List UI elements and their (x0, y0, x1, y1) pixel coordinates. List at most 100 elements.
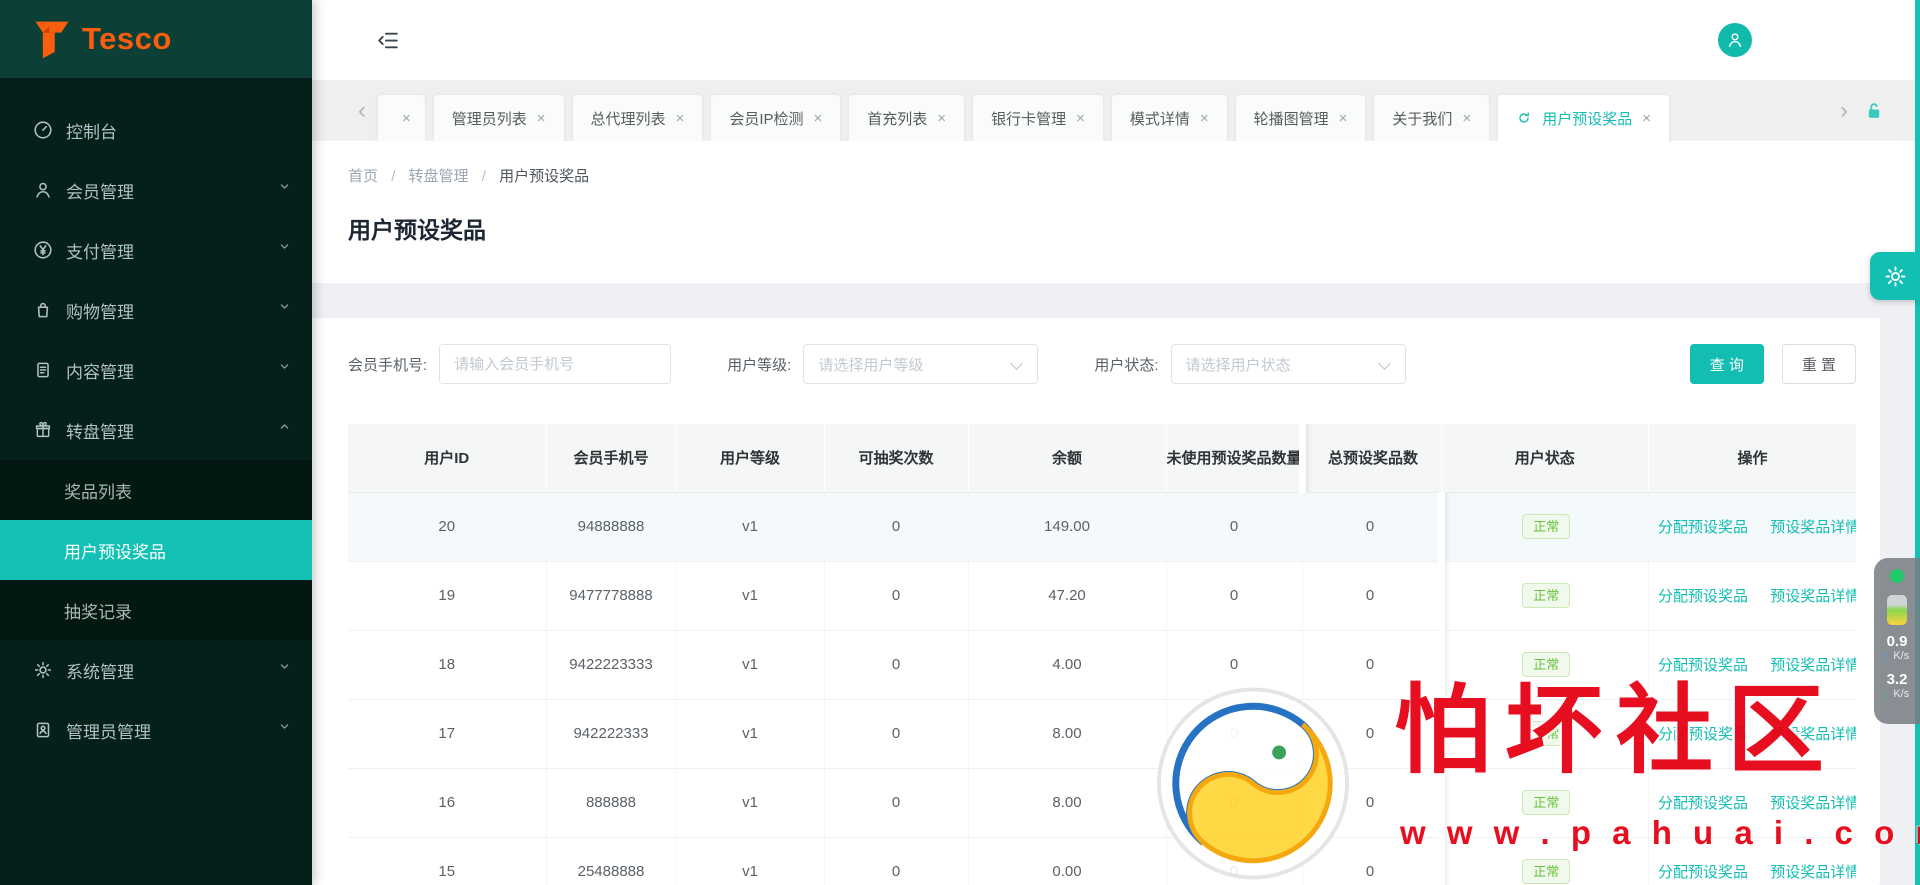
cell-unused: 0 (1166, 630, 1303, 700)
phone-input[interactable] (439, 344, 672, 384)
tab-label: 轮播图管理 (1253, 110, 1329, 128)
close-icon[interactable]: × (402, 110, 411, 127)
cell-unused: 0 (1166, 561, 1303, 631)
table-body: 20 94888888 v1 0 149.00 0 0 正常 分配预设奖品 预设… (348, 492, 1856, 885)
lock-icon[interactable] (1862, 99, 1886, 123)
user-level-select[interactable]: 请选择用户等级 (803, 344, 1039, 384)
close-icon[interactable]: × (1339, 110, 1348, 127)
chevron-icon (277, 419, 292, 434)
chevron-icon (277, 359, 292, 374)
tabs-list: × 管理员列表 × 总代理列表 × 会员IP检测 × 首充列表 × 银行卡管理 … (378, 95, 1669, 141)
prize-detail-link[interactable]: 预设奖品详情 (1770, 519, 1856, 536)
sidebar-item[interactable]: 会员管理 (0, 160, 312, 220)
cell-draws: 0 (824, 837, 969, 885)
breadcrumb-home[interactable]: 首页 (348, 168, 378, 185)
prize-detail-link[interactable]: 预设奖品详情 (1770, 588, 1856, 605)
sidebar-item[interactable]: 转盘管理 (0, 400, 312, 460)
sidebar-item[interactable]: 内容管理 (0, 340, 312, 400)
upload-speed-value: 0.9 (1886, 633, 1908, 650)
assign-prize-link[interactable]: 分配预设奖品 (1658, 864, 1748, 881)
cell-unused: 0 (1166, 492, 1303, 562)
tabs-bar: ‹ × 管理员列表 × 总代理列表 × 会员IP检测 × 首充列表 × 银行卡管… (312, 80, 1920, 141)
assign-prize-link[interactable]: 分配预设奖品 (1658, 519, 1748, 536)
assign-prize-link[interactable]: 分配预设奖品 (1658, 588, 1748, 605)
tabs-scroll-left-icon[interactable]: ‹ (358, 98, 366, 123)
chevron-icon (277, 719, 292, 734)
avatar[interactable] (1718, 23, 1752, 57)
tab[interactable]: 银行卡管理 × (973, 95, 1103, 141)
chevron-icon (277, 659, 292, 674)
reset-button[interactable]: 重 置 (1781, 344, 1856, 384)
sidebar-item[interactable]: 控制台 (0, 100, 312, 160)
cell-actions: 分配预设奖品 预设奖品详情 (1648, 561, 1856, 631)
sidebar-item[interactable]: 奖品列表 (0, 460, 312, 520)
assign-prize-link[interactable]: 分配预设奖品 (1658, 726, 1748, 743)
tab[interactable]: × (378, 95, 425, 141)
tab[interactable]: 总代理列表 × (572, 95, 703, 141)
arrow-down-icon: ↓ (1884, 688, 1891, 700)
close-icon[interactable]: × (676, 110, 685, 127)
tab-label: 银行卡管理 (991, 110, 1067, 128)
table-header-cell: 用户ID (348, 424, 547, 493)
close-icon[interactable]: × (937, 110, 946, 127)
cell-user-id: 16 (348, 768, 547, 838)
sidebar-item[interactable]: 支付管理 (0, 220, 312, 280)
close-icon[interactable]: × (1642, 110, 1651, 127)
settings-fab[interactable] (1870, 252, 1920, 300)
prize-detail-link[interactable]: 预设奖品详情 (1770, 657, 1856, 674)
shop-icon (32, 298, 56, 322)
cell-unused: 0 (1166, 768, 1303, 838)
right-edge-accent (1915, 0, 1920, 885)
sidebar-item-label: 系统管理 (66, 662, 134, 682)
prize-detail-link[interactable]: 预设奖品详情 (1770, 726, 1856, 743)
table-header-cell: 操作 (1648, 424, 1856, 493)
sidebar-item[interactable]: 购物管理 (0, 280, 312, 340)
prize-detail-link[interactable]: 预设奖品详情 (1770, 795, 1856, 812)
main-area: ‹ × 管理员列表 × 总代理列表 × 会员IP检测 × 首充列表 × 银行卡管… (312, 0, 1920, 885)
cell-actions: 分配预设奖品 预设奖品详情 (1648, 699, 1856, 769)
tab[interactable]: 模式详情 × (1111, 95, 1227, 141)
assign-prize-link[interactable]: 分配预设奖品 (1658, 657, 1748, 674)
content-icon (32, 358, 56, 382)
assign-prize-link[interactable]: 分配预设奖品 (1658, 795, 1748, 812)
close-icon[interactable]: × (1200, 110, 1209, 127)
cell-draws: 0 (824, 699, 969, 769)
search-button[interactable]: 查 询 (1689, 344, 1764, 384)
sidebar-item[interactable]: 管理员管理 (0, 700, 312, 760)
table-header-cell: 用户等级 (676, 424, 825, 493)
sidebar-item[interactable]: 用户预设奖品 (0, 520, 312, 580)
tab[interactable]: 轮播图管理 × (1235, 95, 1366, 141)
prize-detail-link[interactable]: 预设奖品详情 (1770, 864, 1856, 881)
tab[interactable]: 管理员列表 × (433, 95, 564, 141)
brand-logo[interactable]: Tesco (0, 0, 312, 78)
tab[interactable]: 关于我们 × (1374, 95, 1490, 141)
tabs-scroll-right-icon[interactable]: › (1840, 98, 1848, 123)
user-status-select[interactable]: 请选择用户状态 (1170, 344, 1406, 384)
close-icon[interactable]: × (1462, 110, 1471, 127)
close-icon[interactable]: × (1076, 110, 1085, 127)
collapse-sidebar-icon[interactable] (376, 28, 401, 53)
arrow-up-icon: ↑ (1884, 650, 1891, 662)
cell-balance: 8.00 (968, 768, 1167, 838)
tab[interactable]: 用户预设奖品 × (1498, 95, 1669, 141)
tab[interactable]: 首充列表 × (849, 95, 965, 141)
breadcrumb-current: 用户预设奖品 (499, 168, 590, 185)
level-filter-group: 用户等级: 请选择用户等级 (727, 344, 1039, 384)
status-badge: 正常 (1522, 583, 1571, 608)
page-title: 用户预设奖品 (348, 217, 486, 243)
tesco-logo-icon (35, 21, 69, 59)
cell-balance: 47.20 (968, 561, 1167, 631)
user-status-placeholder: 请选择用户状态 (1185, 356, 1291, 374)
network-monitor-widget[interactable]: 0.9 ↑ K/s 3.2 ↓ K/s (1874, 558, 1920, 724)
close-icon[interactable]: × (537, 110, 546, 127)
close-icon[interactable]: × (814, 110, 823, 127)
sidebar-item[interactable]: 抽奖记录 (0, 580, 312, 640)
sidebar-item-label: 用户预设奖品 (64, 542, 166, 562)
chevron-icon (277, 299, 292, 314)
refresh-icon[interactable] (1516, 110, 1532, 126)
breadcrumb-section[interactable]: 转盘管理 (409, 168, 469, 185)
sidebar-item[interactable]: 系统管理 (0, 640, 312, 700)
status-badge: 正常 (1522, 859, 1571, 884)
cell-status: 正常 (1437, 699, 1649, 769)
tab[interactable]: 会员IP检测 × (711, 95, 841, 141)
